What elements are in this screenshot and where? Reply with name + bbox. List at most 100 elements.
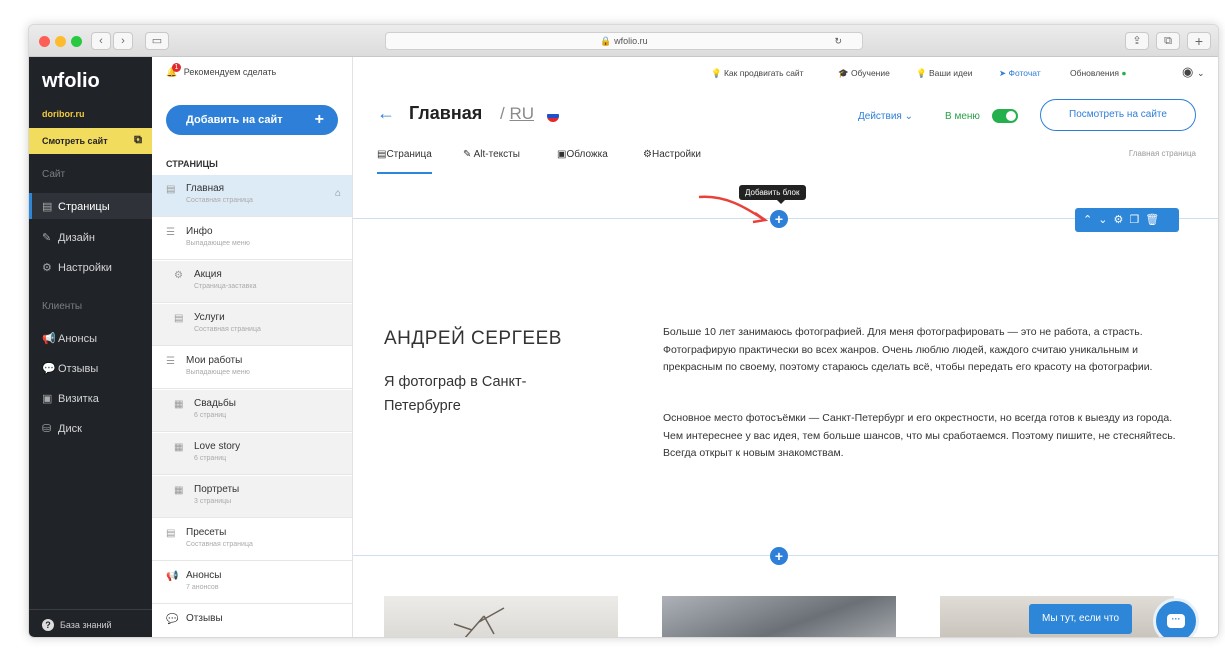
gallery-photo[interactable] <box>384 596 618 637</box>
page-title: Инфо <box>186 226 213 237</box>
account-icon[interactable]: ◉ ⌄ <box>1182 64 1205 80</box>
back-arrow-icon[interactable]: ← <box>377 103 395 124</box>
sidebar-item-label: Настройки <box>58 262 112 274</box>
page-row-my-works[interactable]: ☰ Мои работы Выпадающее меню <box>152 347 352 389</box>
page-title: Главная <box>409 103 483 123</box>
logo[interactable]: wfolio <box>42 70 100 93</box>
updates-link[interactable]: Обновления ● <box>1070 68 1126 78</box>
notification-badge: 1 <box>172 63 181 72</box>
site-name[interactable]: doribor.ru <box>42 109 85 119</box>
chat-prompt[interactable]: Мы тут, если что <box>1029 604 1133 634</box>
chat-button[interactable]: ··· <box>1153 598 1199 637</box>
bell-icon: 🔔 1 <box>166 63 181 77</box>
disk-icon: ⛁ <box>42 423 52 435</box>
photochat-link[interactable]: ➤ Фоточат <box>999 68 1041 79</box>
sidebar-item-settings[interactable]: ⚙ Настройки <box>29 254 152 280</box>
recommend-label: Рекомендуем сделать <box>183 67 277 77</box>
in-menu-label: В меню <box>945 111 980 122</box>
gear-icon: ⚙ <box>174 270 183 281</box>
tab-alt-texts[interactable]: ✎ Alt-тексты <box>463 149 520 160</box>
tab-page[interactable]: ▤Страница <box>377 149 432 174</box>
edit-icon: ✎ <box>463 149 472 160</box>
plus-icon: + <box>314 111 324 128</box>
block-toolbar[interactable]: ⌃⌄⚙❐🗑 <box>1075 208 1179 232</box>
ideas-link[interactable]: 💡 Ваши идеи <box>916 68 972 79</box>
page-title: Портреты <box>194 484 240 495</box>
page-title: Свадьбы <box>194 398 236 409</box>
page-row-info[interactable]: ☰ Инфо Выпадающее меню <box>152 218 352 260</box>
page-row-promo[interactable]: ⚙ Акция Страница-заставка <box>152 261 352 303</box>
sidebar-item-reviews[interactable]: 💬 Отзывы <box>29 355 152 381</box>
trash-icon[interactable]: 🗑 <box>1145 214 1165 226</box>
tab-label: Страница <box>386 149 432 160</box>
page-title: Отзывы <box>186 613 223 624</box>
sidebar-item-announcements[interactable]: 📢 Анонсы <box>29 325 152 351</box>
gear-icon: ⚙ <box>42 262 52 274</box>
forward-nav-icon[interactable]: › <box>113 32 133 50</box>
page-subtitle: Выпадающее меню <box>186 240 250 247</box>
back-nav-icon[interactable]: ‹ <box>91 32 111 50</box>
page-row-weddings[interactable]: ▦ Свадьбы 6 страниц <box>152 390 352 432</box>
knowledge-base-label: База знаний <box>60 620 112 630</box>
minimize-window-button[interactable] <box>55 36 66 47</box>
reviews-icon: 💬 <box>166 614 179 625</box>
sidebar-item-pages[interactable]: ▤ Страницы <box>29 193 152 219</box>
help-icon: ? <box>42 619 54 631</box>
author-subtitle: Я фотограф в Санкт-Петербурге <box>384 374 527 414</box>
sidebar-item-card[interactable]: ▣ Визитка <box>29 385 152 411</box>
move-up-icon[interactable]: ⌃ <box>1083 214 1098 226</box>
view-site-button[interactable]: Смотреть сайт ⧉ <box>29 128 152 154</box>
address-bar[interactable]: 🔒 wfolio.ru ↻ <box>385 32 863 50</box>
page-editor: ← Главная / RU Действия ⌄ В меню Посмотр… <box>353 87 1218 637</box>
close-window-button[interactable] <box>39 36 50 47</box>
page-row-portraits[interactable]: ▦ Портреты 3 страницы <box>152 476 352 518</box>
learning-link[interactable]: 🎓 Обучение <box>838 68 890 79</box>
reviews-icon: 💬 <box>42 363 56 375</box>
page-row-services[interactable]: ▤ Услуги Составная страница <box>152 304 352 346</box>
chat-icon: ··· <box>1167 614 1185 628</box>
gear-icon[interactable]: ⚙ <box>1113 214 1129 226</box>
page-row-reviews[interactable]: 💬 Отзывы <box>152 605 352 637</box>
page-title: Анонсы <box>186 570 222 581</box>
copy-icon[interactable]: ❐ <box>1129 214 1145 226</box>
gallery-photo[interactable] <box>662 596 896 637</box>
ideas-label: Ваши идеи <box>928 68 973 78</box>
reload-icon[interactable]: ↻ <box>834 33 842 49</box>
promote-label: Как продвигать сайт <box>723 68 804 78</box>
sidebar-toggle-icon[interactable]: ▭ <box>145 32 169 50</box>
menu-icon: ☰ <box>166 227 175 238</box>
page-row-love-story[interactable]: ▦ Love story 6 страниц <box>152 433 352 475</box>
browser-window: ‹ › ▭ 🔒 wfolio.ru ↻ ⇪ ⧉ + wfolio doribor.… <box>28 24 1219 638</box>
share-icon[interactable]: ⇪ <box>1125 32 1149 50</box>
add-to-site-button[interactable]: Добавить на сайт + <box>166 105 338 135</box>
page-title: Love story <box>194 441 241 452</box>
tabs-icon[interactable]: ⧉ <box>1156 32 1180 50</box>
tab-settings[interactable]: ⚙Настройки <box>643 149 701 160</box>
tab-cover[interactable]: ▣Обложка <box>557 149 608 160</box>
page-row-presets[interactable]: ▤ Пресеты Составная страница <box>152 519 352 561</box>
pages-icon: ▤ <box>42 201 53 213</box>
move-down-icon[interactable]: ⌄ <box>1098 214 1113 226</box>
page-row-announcements[interactable]: 📢 Анонсы 7 анонсов <box>152 562 352 604</box>
add-to-site-label: Добавить на сайт <box>186 114 283 126</box>
sidebar-item-design[interactable]: ✎ Дизайн <box>29 224 152 250</box>
add-block-button[interactable]: + <box>770 547 788 565</box>
page-row-home[interactable]: ▤ Главная Составная страница ⌂ <box>152 175 352 217</box>
sidebar-item-label: Дизайн <box>58 232 95 244</box>
recommend-link[interactable]: 🔔 1 Рекомендуем сделать <box>166 63 277 78</box>
sidebar-item-disk[interactable]: ⛁ Диск <box>29 415 152 441</box>
new-tab-icon[interactable]: + <box>1187 32 1211 50</box>
in-menu-toggle[interactable] <box>992 109 1018 123</box>
megaphone-icon: 📢 <box>166 571 179 582</box>
language-selector[interactable]: / RU <box>500 104 534 124</box>
knowledge-base-link[interactable]: ? База знаний <box>29 609 152 637</box>
page-title: Пресеты <box>186 527 227 538</box>
actions-dropdown[interactable]: Действия ⌄ <box>858 111 913 122</box>
tab-label: Настройки <box>651 149 702 160</box>
view-on-site-button[interactable]: Посмотреть на сайте <box>1040 99 1196 131</box>
gallery-icon: ▦ <box>174 442 184 453</box>
maximize-window-button[interactable] <box>71 36 82 47</box>
section-site-label: Сайт <box>42 169 66 180</box>
promote-link[interactable]: 💡 Как продвигать сайт <box>711 68 804 79</box>
browser-toolbar: ‹ › ▭ 🔒 wfolio.ru ↻ ⇪ ⧉ + <box>29 25 1218 57</box>
